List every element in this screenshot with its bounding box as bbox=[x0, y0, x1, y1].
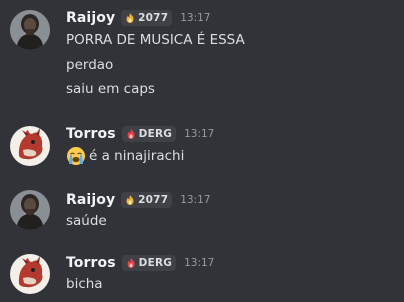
message-group: Raijoy 2077 13:17 PORRA DE MUSICA É ESSA… bbox=[0, 6, 404, 104]
username[interactable]: Raijoy bbox=[66, 10, 115, 26]
avatar-image bbox=[10, 254, 50, 294]
message-header: Raijoy 2077 13:17 bbox=[66, 190, 210, 210]
server-tag[interactable]: 2077 bbox=[121, 192, 173, 208]
tag-label: 2077 bbox=[138, 12, 169, 24]
message-line: saiu em caps bbox=[66, 81, 155, 97]
loudly-crying-face-icon[interactable] bbox=[66, 146, 86, 166]
timestamp[interactable]: 13:17 bbox=[180, 194, 210, 206]
message-line: PORRA DE MUSICA É ESSA bbox=[66, 32, 245, 48]
username[interactable]: Raijoy bbox=[66, 192, 115, 208]
tag-label: DERG bbox=[138, 128, 173, 140]
message-group: Raijoy 2077 13:17 saúde bbox=[0, 190, 404, 234]
flame-icon bbox=[127, 258, 135, 268]
message-list: Raijoy 2077 13:17 PORRA DE MUSICA É ESSA… bbox=[0, 0, 404, 302]
timestamp[interactable]: 13:17 bbox=[180, 12, 210, 24]
avatar-image bbox=[10, 190, 50, 230]
flame-icon bbox=[126, 195, 134, 205]
timestamp[interactable]: 13:17 bbox=[184, 257, 214, 269]
message-group: Torros DERG 13:17 é a ninajirachi bbox=[0, 124, 404, 172]
message-line: saúde bbox=[66, 213, 107, 229]
message-group: Torros DERG 13:17 bicha bbox=[0, 253, 404, 299]
server-tag[interactable]: 2077 bbox=[121, 10, 173, 26]
message-header: Torros DERG 13:17 bbox=[66, 253, 214, 273]
avatar-image bbox=[10, 10, 50, 50]
message-line: bicha bbox=[66, 276, 103, 292]
timestamp[interactable]: 13:17 bbox=[184, 128, 214, 140]
flame-icon bbox=[127, 129, 135, 139]
tag-label: 2077 bbox=[138, 194, 169, 206]
message-text: é a ninajirachi bbox=[89, 148, 185, 164]
username[interactable]: Torros bbox=[66, 255, 116, 271]
flame-icon bbox=[126, 13, 134, 23]
server-tag[interactable]: DERG bbox=[121, 255, 177, 271]
tag-label: DERG bbox=[138, 257, 173, 269]
avatar[interactable] bbox=[10, 10, 50, 50]
username[interactable]: Torros bbox=[66, 126, 116, 142]
server-tag[interactable]: DERG bbox=[121, 126, 177, 142]
message-line: perdao bbox=[66, 57, 114, 73]
avatar[interactable] bbox=[10, 126, 50, 166]
message-line: é a ninajirachi bbox=[66, 146, 184, 166]
message-header: Raijoy 2077 13:17 bbox=[66, 8, 210, 28]
avatar[interactable] bbox=[10, 190, 50, 230]
avatar-image bbox=[10, 126, 50, 166]
avatar[interactable] bbox=[10, 254, 50, 294]
message-header: Torros DERG 13:17 bbox=[66, 124, 214, 144]
